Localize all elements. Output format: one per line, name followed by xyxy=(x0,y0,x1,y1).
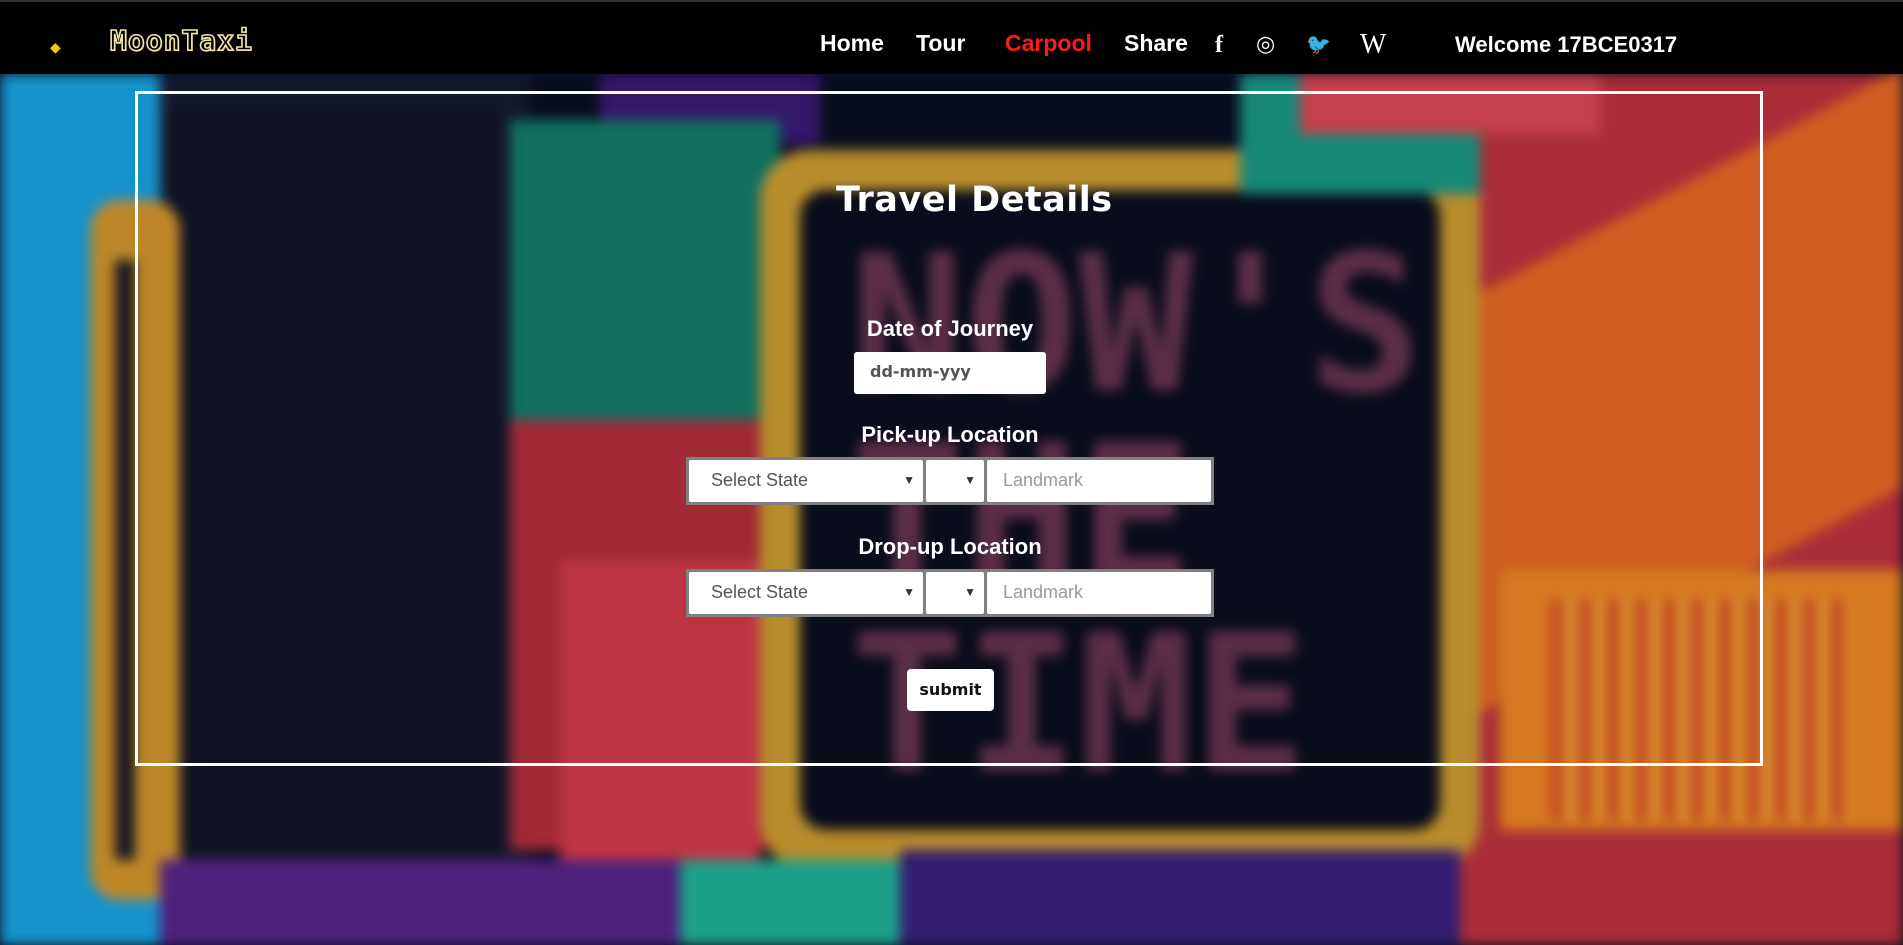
welcome-user: Welcome 17BCE0317 xyxy=(1455,32,1678,57)
wikipedia-icon[interactable]: W xyxy=(1360,29,1386,61)
brand-logo[interactable]: MoonTaxi xyxy=(109,23,253,58)
nav-carpool[interactable]: Carpool xyxy=(1005,30,1092,57)
navbar: ◆ MoonTaxi Home Tour Carpool Share f ◎ 🐦… xyxy=(0,0,1903,74)
facebook-icon[interactable]: f xyxy=(1215,32,1223,59)
dropoff-location-row: Select State ▼ ▼ Landmark xyxy=(686,569,1214,617)
instagram-icon[interactable]: ◎ xyxy=(1256,32,1275,57)
chevron-down-icon: ▼ xyxy=(903,585,915,599)
nav-share[interactable]: Share xyxy=(1124,30,1188,57)
form-title: Travel Details xyxy=(836,180,1113,220)
dropoff-state-value: Select State xyxy=(711,582,809,602)
chevron-down-icon: ▼ xyxy=(964,473,976,487)
dropoff-state-select[interactable]: Select State ▼ xyxy=(689,572,923,614)
dropoff-landmark-input[interactable]: Landmark xyxy=(987,572,1211,614)
pickup-label: Pick-up Location xyxy=(861,422,1039,447)
pickup-landmark-input[interactable]: Landmark xyxy=(987,460,1211,502)
nav-tour[interactable]: Tour xyxy=(916,30,965,57)
chevron-down-icon: ▼ xyxy=(964,585,976,599)
submit-button[interactable]: submit xyxy=(907,669,994,711)
pickup-state-value: Select State xyxy=(711,470,809,490)
date-label: Date of Journey xyxy=(866,316,1034,341)
nav-home[interactable]: Home xyxy=(820,30,884,57)
pickup-state-select[interactable]: Select State ▼ xyxy=(689,460,923,502)
twitter-icon[interactable]: 🐦 xyxy=(1306,32,1331,56)
dropoff-label: Drop-up Location xyxy=(858,534,1042,559)
pickup-city-select[interactable]: ▼ xyxy=(926,460,984,502)
pickup-location-row: Select State ▼ ▼ Landmark xyxy=(686,457,1214,505)
date-of-journey-input[interactable]: dd-mm-yyy xyxy=(854,352,1046,394)
dropoff-city-select[interactable]: ▼ xyxy=(926,572,984,614)
chevron-down-icon: ▼ xyxy=(903,473,915,487)
taxi-logo-icon[interactable]: ◆ xyxy=(50,40,61,56)
